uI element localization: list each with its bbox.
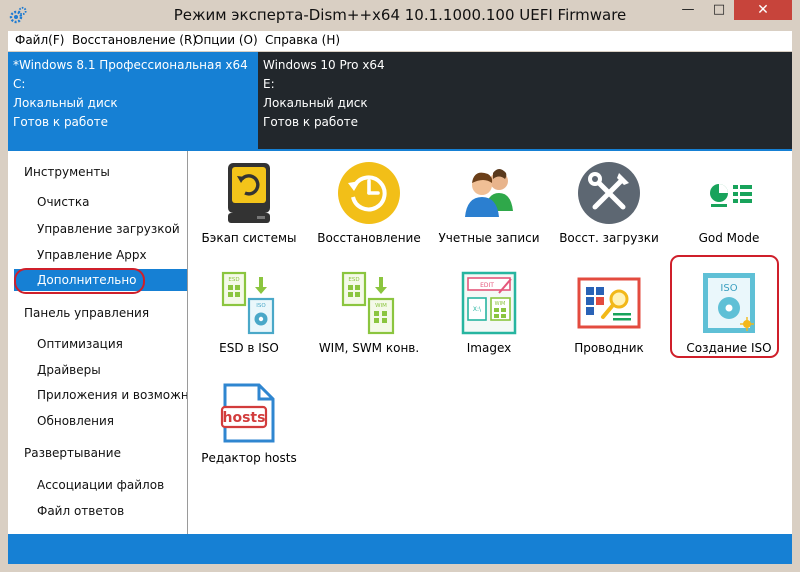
- wim-swm-convert-icon: ESD WIM: [341, 271, 395, 335]
- hosts-editor-icon: hosts: [220, 383, 275, 443]
- backup-drive-icon: [228, 163, 270, 223]
- close-button[interactable]: ✕: [734, 0, 792, 20]
- sidebar-header-control-panel[interactable]: Панель управления: [8, 302, 187, 324]
- iso-badge-text: ISO: [256, 303, 266, 309]
- tool-label: WIM, SWM конв.: [318, 341, 420, 355]
- image-disk: Локальный диск: [13, 96, 118, 110]
- tool-god-mode[interactable]: God Mode: [670, 156, 788, 256]
- tool-esd-to-iso[interactable]: ESD ISO ESD в ISO: [190, 266, 308, 366]
- image-drive: E:: [263, 77, 275, 91]
- boot-repair-tools-icon: [578, 162, 640, 224]
- tool-label: ESD в ISO: [219, 341, 279, 355]
- sidebar-item-boot-manager[interactable]: Управление загрузкой: [8, 218, 187, 240]
- tool-label: Восстановление: [317, 231, 421, 245]
- status-bar: [8, 534, 792, 564]
- highlight-circle-create-iso: [670, 255, 779, 358]
- sidebar-item-apps-features[interactable]: Приложения и возможности: [8, 384, 187, 406]
- sidebar-item-optimization[interactable]: Оптимизация: [8, 333, 187, 355]
- menu-options[interactable]: Опции (O): [194, 33, 258, 47]
- image-status: Готов к работе: [13, 115, 109, 129]
- image-name: Windows 10 Pro x64: [263, 58, 385, 72]
- image-drive: C:: [13, 77, 26, 91]
- tool-label: God Mode: [698, 231, 760, 245]
- imagex-icon: EDIT X:\ WIM: [461, 271, 517, 335]
- tool-user-accounts[interactable]: Учетные записи: [430, 156, 548, 256]
- tool-wim-swm-convert[interactable]: ESD WIM WIM, SWM конв.: [310, 266, 428, 366]
- tool-label: Редактор hosts: [201, 451, 297, 465]
- menu-restore[interactable]: Восстановление (R): [72, 33, 197, 47]
- sidebar-header-tools[interactable]: Инструменты: [8, 161, 187, 183]
- minimize-button[interactable]: —: [673, 0, 703, 20]
- god-mode-icon: [710, 184, 752, 207]
- tool-label: Восст. загрузки: [559, 231, 659, 245]
- sidebar-item-appx[interactable]: Управление Appx: [8, 244, 187, 266]
- tool-label: Проводник: [574, 341, 644, 355]
- wim-badge-text: WIM: [495, 301, 506, 307]
- highlight-circle-advanced: [14, 268, 145, 294]
- edit-badge-text: EDIT: [480, 282, 494, 289]
- restore-clock-icon: [338, 162, 400, 224]
- tool-label: Бэкап системы: [201, 231, 297, 245]
- tool-restore[interactable]: Восстановление: [310, 156, 428, 256]
- tool-explorer[interactable]: Проводник: [550, 266, 668, 366]
- sidebar-item-cleanup[interactable]: Очистка: [8, 191, 187, 213]
- tool-label: Учетные записи: [438, 231, 540, 245]
- tool-hosts-editor[interactable]: hosts Редактор hosts: [190, 376, 308, 476]
- explorer-magnifier-icon: [577, 277, 641, 329]
- esd-to-iso-icon: ESD ISO: [221, 271, 275, 335]
- title-bar[interactable]: Режим эксперта-Dism++x64 10.1.1000.100 U…: [0, 0, 800, 30]
- hosts-badge-text: hosts: [223, 410, 266, 426]
- esd-badge-text: ESD: [348, 277, 359, 283]
- menu-bar: Файл(F) Восстановление (R) Опции (O) Спр…: [8, 31, 792, 51]
- tool-label: Imagex: [466, 341, 512, 355]
- image-panel-windows81[interactable]: *Windows 8.1 Профессиональная x64 C: Лок…: [8, 52, 258, 149]
- esd-badge-text: ESD: [228, 277, 239, 283]
- tool-boot-repair[interactable]: Восст. загрузки: [550, 156, 668, 256]
- sidebar-header-deployment[interactable]: Развертывание: [8, 442, 187, 464]
- tool-backup[interactable]: Бэкап системы: [190, 156, 308, 256]
- maximize-button[interactable]: □: [705, 0, 733, 20]
- drive-badge-text: X:\: [473, 306, 482, 313]
- wim-badge-text: WIM: [375, 303, 387, 309]
- menu-file[interactable]: Файл(F): [15, 33, 64, 47]
- app-window: Режим эксперта-Dism++x64 10.1.1000.100 U…: [0, 0, 800, 572]
- user-accounts-icon: [465, 169, 513, 217]
- sidebar-item-file-associations[interactable]: Ассоциации файлов: [8, 474, 187, 496]
- menu-help[interactable]: Справка (H): [265, 33, 340, 47]
- image-status: Готов к работе: [263, 115, 359, 129]
- sidebar-item-answer-file[interactable]: Файл ответов: [8, 500, 187, 522]
- image-name: *Windows 8.1 Профессиональная x64: [13, 58, 248, 72]
- sidebar-item-drivers[interactable]: Драйверы: [8, 359, 187, 381]
- sidebar: Инструменты Очистка Управление загрузкой…: [8, 151, 188, 534]
- image-disk: Локальный диск: [263, 96, 368, 110]
- sidebar-item-updates[interactable]: Обновления: [8, 410, 187, 432]
- tool-imagex[interactable]: EDIT X:\ WIM Imagex: [430, 266, 548, 366]
- image-panel-windows10[interactable]: Windows 10 Pro x64 E: Локальный диск Гот…: [258, 52, 792, 149]
